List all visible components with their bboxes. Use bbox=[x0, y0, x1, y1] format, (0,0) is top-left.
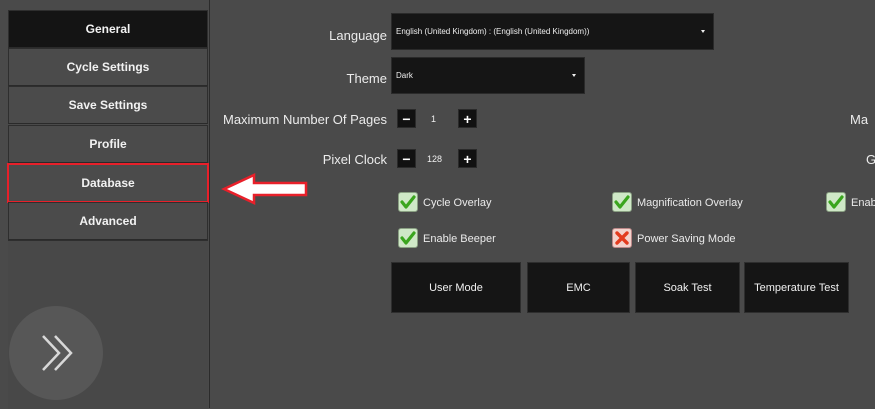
language-label: Language bbox=[329, 28, 387, 43]
checkmark-icon bbox=[400, 231, 416, 245]
sidebar-item-label: General bbox=[85, 22, 131, 36]
truncated-label-right-1: Ma bbox=[850, 112, 869, 127]
magnification-overlay-checkbox[interactable] bbox=[612, 192, 632, 212]
sidebar-item-save-settings[interactable]: Save Settings bbox=[8, 86, 208, 124]
pixel-clock-decrement-button[interactable]: − bbox=[397, 149, 416, 168]
checkmark-icon bbox=[614, 195, 630, 209]
magnification-overlay-label: Magnification Overlay bbox=[637, 197, 743, 209]
language-value: English (United Kingdom) : (English (Uni… bbox=[396, 27, 590, 36]
enable-beeper-label: Enable Beeper bbox=[423, 233, 496, 245]
language-dropdown[interactable]: English (United Kingdom) : (English (Uni… bbox=[391, 13, 714, 50]
pixel-clock-label: Pixel Clock bbox=[322, 152, 387, 167]
cross-icon bbox=[615, 231, 629, 245]
emc-button-label: EMC bbox=[566, 281, 591, 294]
enable-truncated-label: Enab bbox=[851, 197, 875, 209]
emc-button[interactable]: EMC bbox=[527, 262, 630, 313]
enable-beeper-checkbox[interactable] bbox=[398, 228, 418, 248]
minus-icon: − bbox=[402, 110, 411, 127]
temperature-test-button-label: Temperature Test bbox=[754, 281, 839, 294]
user-mode-button[interactable]: User Mode bbox=[391, 262, 521, 313]
sidebar-item-database[interactable]: Database bbox=[7, 163, 209, 203]
sidebar-item-label: Save Settings bbox=[68, 98, 148, 112]
sidebar-item-label: Database bbox=[81, 176, 135, 190]
expand-button[interactable] bbox=[9, 306, 103, 400]
sidebar-item-profile[interactable]: Profile bbox=[8, 125, 208, 163]
truncated-label-right-2: G bbox=[866, 152, 875, 167]
sidebar: General Cycle Settings Save Settings Pro… bbox=[0, 0, 210, 409]
pixel-clock-increment-button[interactable]: + bbox=[458, 149, 477, 168]
max-pages-decrement-button[interactable]: − bbox=[397, 109, 416, 128]
cycle-overlay-checkbox[interactable] bbox=[398, 192, 418, 212]
theme-label: Theme bbox=[346, 71, 387, 86]
sidebar-item-label: Advanced bbox=[79, 214, 137, 228]
power-saving-mode-checkbox[interactable] bbox=[612, 228, 632, 248]
max-pages-label: Maximum Number Of Pages bbox=[223, 112, 387, 127]
plus-icon: + bbox=[463, 110, 472, 127]
max-pages-increment-button[interactable]: + bbox=[458, 109, 477, 128]
sidebar-item-label: Cycle Settings bbox=[66, 60, 150, 74]
caret-down-icon bbox=[572, 74, 576, 77]
sidebar-item-cycle-settings[interactable]: Cycle Settings bbox=[8, 48, 208, 86]
checkmark-icon bbox=[400, 195, 416, 209]
cycle-overlay-label: Cycle Overlay bbox=[423, 197, 492, 209]
temperature-test-button[interactable]: Temperature Test bbox=[744, 262, 849, 313]
plus-icon: + bbox=[463, 150, 472, 167]
soak-test-button-label: Soak Test bbox=[663, 281, 712, 294]
user-mode-button-label: User Mode bbox=[429, 281, 483, 294]
theme-dropdown[interactable]: Dark bbox=[391, 57, 585, 94]
sidebar-item-label: Profile bbox=[89, 137, 127, 151]
checkmark-icon bbox=[828, 195, 844, 209]
theme-value: Dark bbox=[396, 71, 413, 80]
sidebar-item-general[interactable]: General bbox=[8, 10, 208, 48]
sidebar-item-advanced[interactable]: Advanced bbox=[8, 202, 208, 240]
enable-truncated-checkbox[interactable] bbox=[826, 192, 846, 212]
power-saving-mode-label: Power Saving Mode bbox=[637, 233, 736, 245]
pixel-clock-value: 128 bbox=[427, 154, 443, 164]
soak-test-button[interactable]: Soak Test bbox=[635, 262, 740, 313]
max-pages-value: 1 bbox=[431, 114, 437, 124]
settings-panel: Language English (United Kingdom) : (Eng… bbox=[210, 0, 875, 408]
double-chevron-right-icon bbox=[42, 335, 73, 371]
caret-down-icon bbox=[701, 30, 705, 33]
minus-icon: − bbox=[402, 150, 411, 167]
